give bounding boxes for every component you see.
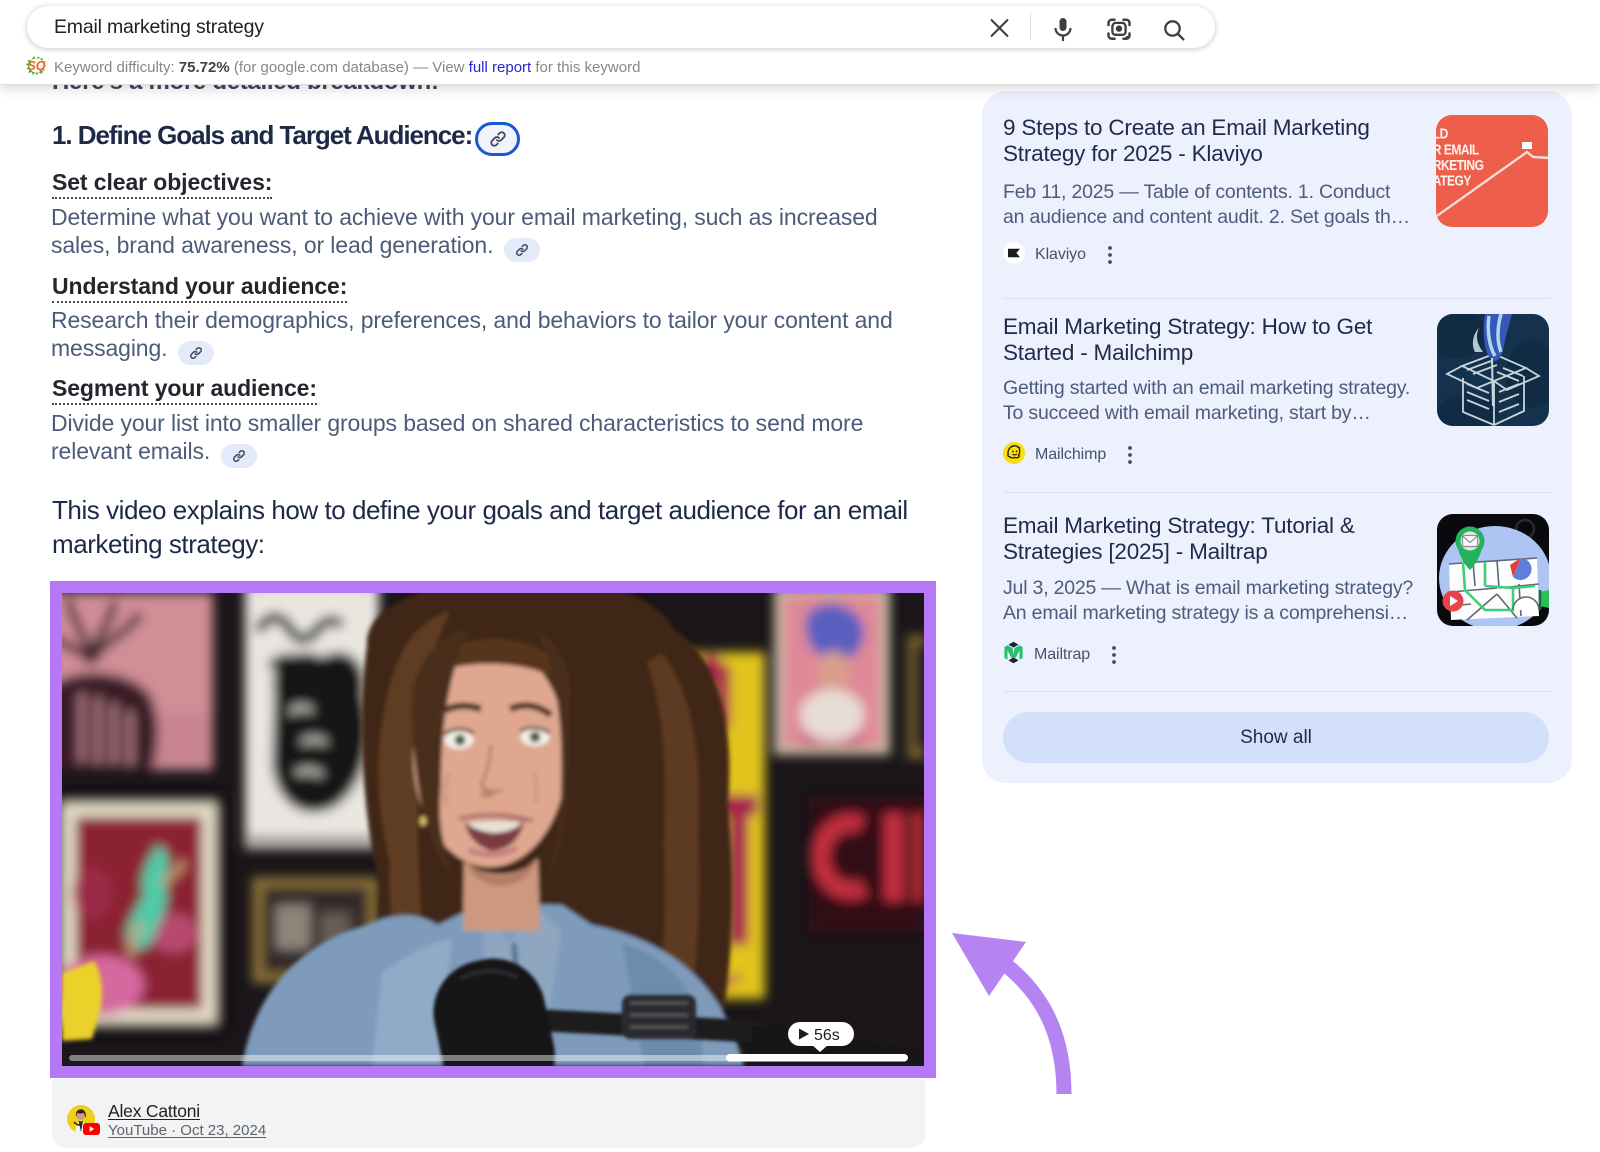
- svg-text:SQ: SQ: [27, 59, 45, 73]
- svg-text:56s: 56s: [814, 1027, 840, 1044]
- svg-text:ATEGY: ATEGY: [1436, 172, 1471, 189]
- svg-text:LD: LD: [1436, 125, 1448, 142]
- svg-text:RKETING: RKETING: [1436, 157, 1483, 174]
- svg-text:R EMAIL: R EMAIL: [1436, 141, 1479, 158]
